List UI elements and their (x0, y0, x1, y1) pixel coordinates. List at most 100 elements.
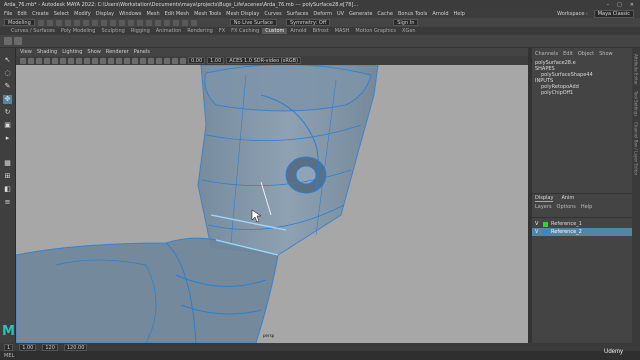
shelf-tab-arnold[interactable]: Arnold (287, 28, 309, 34)
panel-menu-view[interactable]: View (20, 49, 32, 55)
shelf-tab-animation[interactable]: Animation (153, 28, 185, 34)
isolate-select-icon[interactable] (180, 57, 186, 64)
select-component-icon[interactable] (100, 19, 107, 26)
close-button[interactable]: ✕ (630, 2, 634, 8)
snap-grid-icon[interactable] (118, 19, 125, 26)
gamma-field[interactable]: 1.00 (207, 57, 225, 64)
sign-in-button[interactable]: Sign In (393, 19, 419, 26)
panel-menu-show[interactable]: Show (87, 49, 101, 55)
persp-outliner-layout-icon[interactable]: ◧ (3, 185, 12, 194)
shelf-tab-motion-graphics[interactable]: Motion Graphics (352, 28, 399, 34)
shelf-tab-bifrost[interactable]: Bifrost (310, 28, 332, 34)
panel-menu-panels[interactable]: Panels (134, 49, 150, 55)
layer-color-swatch[interactable] (543, 229, 548, 235)
film-gate-icon[interactable] (52, 57, 58, 64)
menu-uv[interactable]: UV (337, 11, 344, 17)
rotate-tool-icon[interactable]: ↻ (3, 108, 12, 117)
layer-row[interactable]: V Reference_2 (532, 228, 632, 236)
save-scene-icon[interactable] (55, 19, 62, 26)
maximize-button[interactable]: □ (617, 2, 622, 8)
minimize-button[interactable]: – (607, 2, 610, 8)
layer-tab-display[interactable]: Display (535, 195, 554, 202)
shelf-tab-curves-surfaces[interactable]: Curves / Surfaces (8, 28, 58, 34)
channel-box-layer-editor-tab[interactable]: Channel Box / Layer Editor (634, 122, 639, 175)
wireframe-on-shaded-icon[interactable] (124, 57, 130, 64)
layer-name[interactable]: Reference_1 (551, 221, 582, 227)
safe-title-icon[interactable] (92, 57, 98, 64)
four-view-layout-icon[interactable]: ⊞ (3, 172, 12, 181)
snap-point-icon[interactable] (136, 19, 143, 26)
snap-curve-icon[interactable] (127, 19, 134, 26)
render-settings-icon[interactable] (181, 19, 188, 26)
channel-box-tab-object[interactable]: Object (578, 51, 594, 57)
menu-edit[interactable]: Edit (17, 11, 27, 17)
menu-surfaces[interactable]: Surfaces (287, 11, 309, 17)
bookmark-icon[interactable] (28, 57, 34, 64)
shelf-tab-custom[interactable]: Custom (262, 28, 288, 34)
panel-menu-shading[interactable]: Shading (37, 49, 57, 55)
layer-tab-anim[interactable]: Anim (561, 195, 574, 202)
channel-box-tab-edit[interactable]: Edit (563, 51, 573, 57)
menu-deform[interactable]: Deform (313, 11, 332, 17)
shelf-settings-icon[interactable] (4, 37, 12, 45)
resolution-gate-icon[interactable] (60, 57, 66, 64)
range-start-field[interactable]: 1.00 (19, 343, 37, 351)
select-tool-icon[interactable]: ↖ (3, 56, 12, 65)
menu-mesh-tools[interactable]: Mesh Tools (194, 11, 221, 17)
paint-select-tool-icon[interactable]: ✎ (3, 82, 12, 91)
layer-row[interactable]: V Reference_1 (532, 220, 632, 228)
lights-icon[interactable] (140, 57, 146, 64)
ipr-icon[interactable] (172, 19, 179, 26)
panel-menu-lighting[interactable]: Lighting (62, 49, 82, 55)
smooth-shade-icon[interactable] (108, 57, 114, 64)
menu-arnold[interactable]: Arnold (432, 11, 448, 17)
shelf-tab-mash[interactable]: MASH (332, 28, 353, 34)
menu-create[interactable]: Create (32, 11, 49, 17)
layer-menu-layers[interactable]: Layers (535, 204, 552, 210)
last-tool-icon[interactable]: ▸ (3, 134, 12, 143)
shelf-tab-fx-caching[interactable]: FX Caching (228, 28, 262, 34)
symmetry-dropdown[interactable]: Symmetry: Off (286, 19, 331, 26)
ambient-occlusion-icon[interactable] (156, 57, 162, 64)
mask-icon[interactable] (109, 19, 116, 26)
input-node[interactable]: polyChipOff1 (535, 90, 629, 96)
view-transform-dropdown[interactable]: ACES 1.0 SDR-video (sRGB) (226, 57, 302, 64)
layer-menu-options[interactable]: Options (557, 204, 576, 210)
menu-windows[interactable]: Windows (119, 11, 141, 17)
image-plane-icon[interactable] (36, 57, 42, 64)
shelf-tab-poly-modeling[interactable]: Poly Modeling (58, 28, 99, 34)
menu-edit-mesh[interactable]: Edit Mesh (165, 11, 189, 17)
channel-box-tab-channels[interactable]: Channels (535, 51, 558, 57)
menu-modify[interactable]: Modify (74, 11, 91, 17)
menu-mesh[interactable]: Mesh (146, 11, 159, 17)
menu-generate[interactable]: Generate (349, 11, 372, 17)
hypershade-icon[interactable] (190, 19, 197, 26)
workspace-dropdown[interactable]: Maya Classic (593, 9, 634, 18)
menu-file[interactable]: File (4, 11, 12, 17)
shadows-icon[interactable] (148, 57, 154, 64)
select-hierarchy-icon[interactable] (82, 19, 89, 26)
range-end-field[interactable]: 120 (42, 343, 58, 351)
scale-tool-icon[interactable]: ▣ (3, 121, 12, 130)
shelf-tab-rigging[interactable]: Rigging (128, 28, 153, 34)
select-object-icon[interactable] (91, 19, 98, 26)
start-frame-field[interactable]: 1 (4, 343, 14, 351)
end-frame-field[interactable]: 120.00 (63, 343, 88, 351)
menu-mesh-display[interactable]: Mesh Display (226, 11, 259, 17)
attribute-editor-tab[interactable]: Attribute Editor (634, 54, 639, 85)
tool-settings-tab[interactable]: Tool Settings (634, 91, 639, 116)
grid-icon[interactable] (44, 57, 50, 64)
gate-mask-icon[interactable] (68, 57, 74, 64)
exposure-field[interactable]: 0.00 (188, 57, 206, 64)
viewport-persp[interactable]: persp (16, 65, 528, 343)
xray-joints-icon[interactable] (172, 57, 178, 64)
snap-view-icon[interactable] (145, 19, 152, 26)
menu-help[interactable]: Help (454, 11, 465, 17)
move-tool-icon[interactable]: ✥ (3, 95, 12, 104)
shelf-tab-sculpting[interactable]: Sculpting (98, 28, 127, 34)
shelf-tab-rendering[interactable]: Rendering (184, 28, 216, 34)
new-scene-icon[interactable] (37, 19, 44, 26)
wireframe-icon[interactable] (100, 57, 106, 64)
menu-cache[interactable]: Cache (377, 11, 393, 17)
menu-select[interactable]: Select (54, 11, 69, 17)
